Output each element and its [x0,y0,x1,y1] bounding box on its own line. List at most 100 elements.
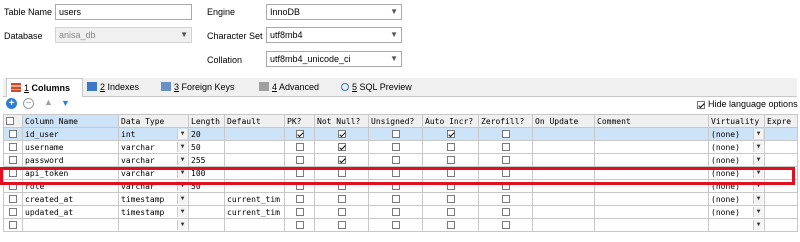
header-expression[interactable]: Expre [764,114,798,128]
expression-cell[interactable] [764,140,798,154]
pk-cell[interactable] [284,205,315,219]
expression-cell[interactable] [764,127,798,141]
row-select-checkbox[interactable] [9,195,17,203]
unsigned-cell[interactable] [368,140,423,154]
length-cell[interactable] [188,205,225,219]
unsigned-cell[interactable] [368,205,423,219]
autoincr-checkbox[interactable] [446,143,455,151]
move-up-icon[interactable]: ▲ [44,97,53,107]
notnull-checkbox[interactable] [337,130,346,138]
on-update-cell[interactable] [532,192,595,206]
length-cell[interactable]: 255 [188,153,225,167]
header-virtuality[interactable]: Virtuality [708,114,765,128]
data-type-cell[interactable]: ▼ [118,218,189,232]
move-down-icon[interactable]: ▼ [61,98,70,108]
hide-language-options-checkbox[interactable] [697,99,705,109]
unsigned-checkbox[interactable] [391,143,400,151]
column-name-cell[interactable]: updated_at [22,205,119,219]
autoincr-cell[interactable] [422,140,479,154]
data-type-cell[interactable]: varchar ▼ [118,153,189,167]
expression-cell[interactable] [764,192,798,206]
column-name-cell[interactable]: username [22,140,119,154]
length-cell[interactable] [188,218,225,232]
table-name-input[interactable]: users [55,4,192,20]
tab-advanced[interactable]: 4 Advanced [259,78,331,96]
pk-cell[interactable] [284,218,315,232]
pk-cell[interactable] [284,127,315,141]
tab-indexes[interactable]: 2 Indexes [87,78,151,96]
header-default[interactable]: Default [224,114,285,128]
zerofill-cell[interactable] [478,205,533,219]
chevron-down-icon[interactable]: ▼ [177,129,187,139]
autoincr-cell[interactable] [422,153,479,167]
chevron-down-icon[interactable]: ▼ [177,194,187,204]
autoincr-cell[interactable] [422,205,479,219]
default-cell[interactable] [224,218,285,232]
chevron-down-icon[interactable]: ▼ [753,194,763,204]
comment-cell[interactable] [594,127,709,141]
select-all-checkbox[interactable] [6,117,14,125]
notnull-cell[interactable] [314,153,369,167]
comment-cell[interactable] [594,192,709,206]
row-select-cell[interactable] [3,153,23,167]
chevron-down-icon[interactable]: ▼ [753,142,763,152]
on-update-cell[interactable] [532,140,595,154]
virtuality-cell[interactable]: (none) ▼ [708,127,765,141]
notnull-cell[interactable] [314,192,369,206]
table-row[interactable]: id_user int ▼ 20 (none) ▼ [3,127,798,141]
notnull-checkbox[interactable] [337,195,346,203]
pk-cell[interactable] [284,153,315,167]
comment-cell[interactable] [594,218,709,232]
chevron-down-icon[interactable]: ▼ [753,129,763,139]
engine-select[interactable]: InnoDB ▼ [266,4,402,20]
unsigned-checkbox[interactable] [391,156,400,164]
row-select-cell[interactable] [3,192,23,206]
zerofill-cell[interactable] [478,218,533,232]
row-select-checkbox[interactable] [9,143,17,151]
row-select-checkbox[interactable] [9,156,17,164]
virtuality-cell[interactable]: (none) ▼ [708,153,765,167]
pk-checkbox[interactable] [295,156,304,164]
table-row[interactable]: ▼ ▼ [3,218,798,232]
zerofill-checkbox[interactable] [501,195,510,203]
pk-cell[interactable] [284,192,315,206]
unsigned-cell[interactable] [368,153,423,167]
data-type-cell[interactable]: varchar ▼ [118,140,189,154]
table-row[interactable]: username varchar ▼ 50 (none) ▼ [3,140,798,154]
row-select-checkbox[interactable] [9,130,17,138]
tab-foreign-keys[interactable]: 3 Foreign Keys [161,78,247,96]
unsigned-checkbox[interactable] [391,208,400,216]
column-name-cell[interactable] [22,218,119,232]
zerofill-cell[interactable] [478,153,533,167]
row-select-cell[interactable] [3,205,23,219]
zerofill-cell[interactable] [478,127,533,141]
expression-cell[interactable] [764,218,798,232]
default-cell[interactable]: current_tim [224,192,285,206]
header-pk[interactable]: PK? [284,114,315,128]
header-length[interactable]: Length [188,114,225,128]
unsigned-cell[interactable] [368,192,423,206]
header-select[interactable] [3,114,23,128]
autoincr-cell[interactable] [422,127,479,141]
header-column-name[interactable]: Column Name [22,114,119,128]
data-type-cell[interactable]: timestamp ▼ [118,205,189,219]
on-update-cell[interactable] [532,218,595,232]
chevron-down-icon[interactable]: ▼ [177,155,187,165]
notnull-checkbox[interactable] [337,156,346,164]
table-row[interactable]: password varchar ▼ 255 (none) ▼ [3,153,798,167]
chevron-down-icon[interactable]: ▼ [753,220,763,230]
autoincr-checkbox[interactable] [446,130,455,138]
row-select-cell[interactable] [3,140,23,154]
zerofill-checkbox[interactable] [501,208,510,216]
column-name-cell[interactable]: created_at [22,192,119,206]
virtuality-cell[interactable]: (none) ▼ [708,205,765,219]
zerofill-checkbox[interactable] [501,221,510,229]
autoincr-checkbox[interactable] [446,208,455,216]
autoincr-cell[interactable] [422,218,479,232]
chevron-down-icon[interactable]: ▼ [177,220,187,230]
table-row[interactable]: created_at timestamp ▼ current_tim (none) ▼ [3,192,798,206]
unsigned-checkbox[interactable] [391,221,400,229]
notnull-cell[interactable] [314,140,369,154]
chevron-down-icon[interactable]: ▼ [177,207,187,217]
row-select-cell[interactable] [3,218,23,232]
